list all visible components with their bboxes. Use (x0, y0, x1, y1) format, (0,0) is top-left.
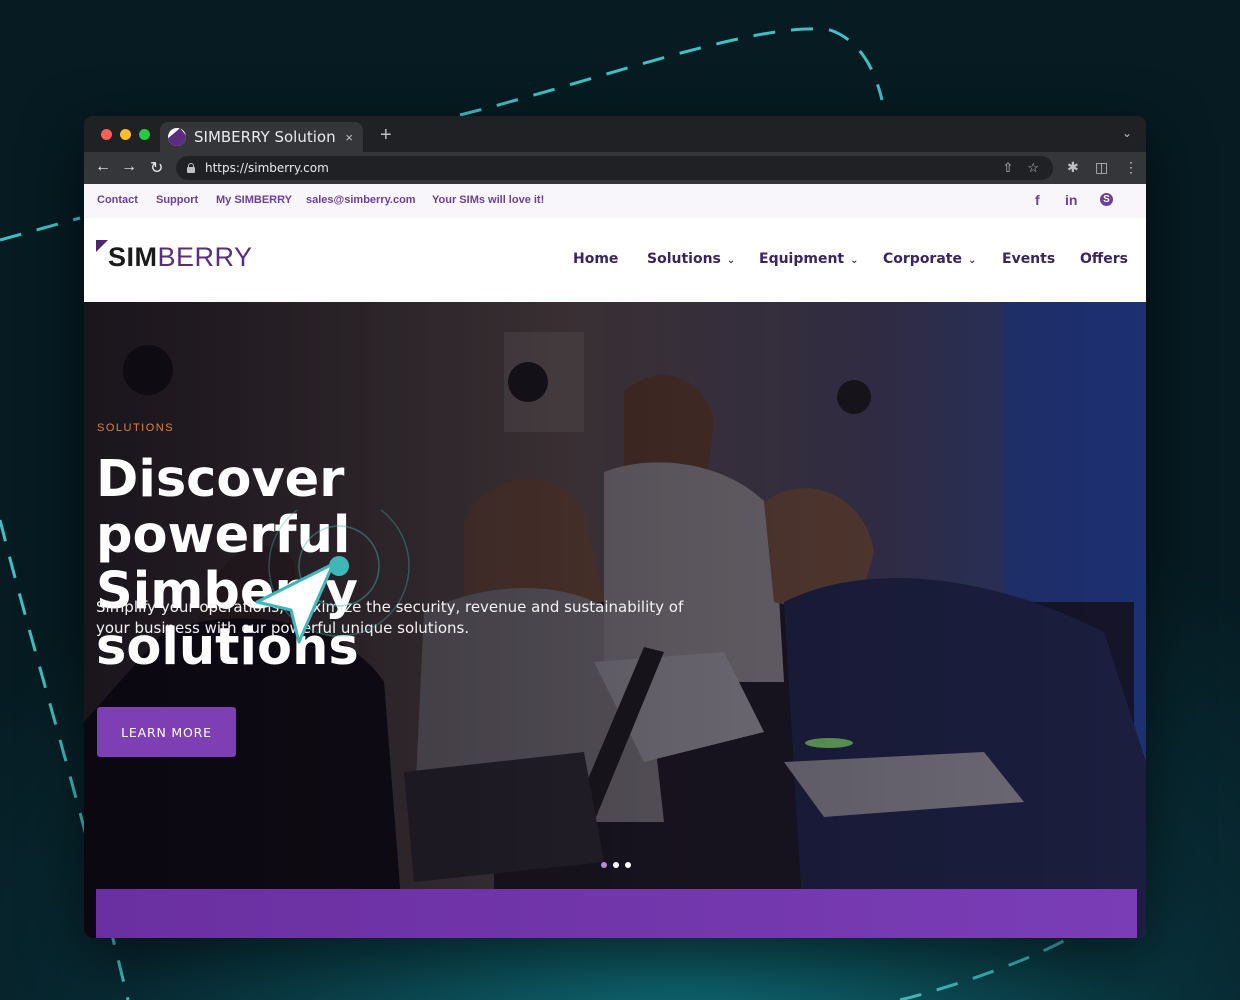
slider-dot-1[interactable] (601, 862, 607, 868)
support-link[interactable]: Support (156, 194, 198, 206)
slider-pagination (601, 862, 631, 868)
browser-toolbar: ← → ↻ https://simberry.com ⇧ ☆ ✱ ◫ ⋮ (84, 152, 1146, 184)
chevron-down-icon: ⌄ (967, 255, 977, 266)
lock-icon (187, 163, 195, 173)
address-bar[interactable]: https://simberry.com ⇧ ☆ (176, 156, 1053, 180)
tagline: Your SIMs will love it! (432, 194, 545, 206)
reload-icon[interactable]: ↻ (150, 158, 163, 178)
tab-search-chevron-icon[interactable]: ⌄ (1122, 126, 1132, 140)
nav-corporate[interactable]: Corporate ⌄ (883, 251, 976, 267)
chevron-down-icon: ⌄ (726, 255, 736, 266)
tab-title: SIMBERRY Solution (194, 128, 336, 146)
web-page: Contact Support My SIMBERRY sales@simber… (84, 184, 1146, 938)
nav-equipment[interactable]: Equipment ⌄ (759, 251, 859, 267)
hero-lead: Simplify your operations, maximize the s… (96, 598, 684, 637)
new-tab-button[interactable]: + (380, 124, 392, 147)
tab-bar: SIMBERRY Solution × + ⌄ (84, 116, 1146, 152)
nav-offers[interactable]: Offers (1080, 251, 1128, 267)
learn-more-button[interactable]: LEARN MORE (97, 707, 236, 757)
chevron-down-icon: ⌄ (850, 255, 859, 266)
contact-link[interactable]: Contact (97, 194, 138, 206)
logo-text: SIMBERRY (108, 242, 253, 272)
browser-tab[interactable]: SIMBERRY Solution × (160, 122, 363, 152)
browser-menu-icon[interactable]: ⋮ (1124, 159, 1138, 176)
forward-arrow-icon[interactable]: → (121, 158, 137, 176)
close-window-button[interactable] (101, 129, 112, 140)
facebook-icon[interactable]: f (1035, 192, 1040, 208)
utility-bar: Contact Support My SIMBERRY sales@simber… (84, 184, 1146, 218)
hero-title: Discover powerful Simberry solutions (96, 450, 359, 677)
purple-section-band (96, 889, 1137, 938)
skype-icon[interactable]: S (1100, 193, 1113, 206)
logo-mark-icon (96, 240, 108, 252)
hero-slider: SOLUTIONS Discover powerful Simberry sol… (84, 302, 1146, 938)
url-text[interactable]: https://simberry.com (205, 161, 1002, 175)
linkedin-icon[interactable]: in (1065, 192, 1077, 208)
favicon-icon (168, 128, 186, 146)
my-simberry-link[interactable]: My SIMBERRY (216, 194, 292, 206)
close-tab-icon[interactable]: × (345, 130, 353, 145)
nav-home[interactable]: Home (573, 251, 618, 267)
hero-eyebrow: SOLUTIONS (97, 422, 175, 434)
window-controls (101, 129, 150, 140)
nav-events[interactable]: Events (1002, 251, 1055, 267)
site-header: SIMBERRY Home Solutions ⌄ Equipment ⌄ Corp… (84, 218, 1146, 303)
extensions-puzzle-icon[interactable]: ✱ (1067, 159, 1079, 176)
share-icon[interactable]: ⇧ (1002, 160, 1013, 176)
maximize-window-button[interactable] (139, 129, 150, 140)
side-panel-icon[interactable]: ◫ (1095, 159, 1108, 176)
nav-solutions[interactable]: Solutions ⌄ (647, 251, 735, 267)
slider-dot-3[interactable] (625, 862, 631, 868)
browser-window: SIMBERRY Solution × + ⌄ ← → ↻ https://si… (84, 116, 1146, 938)
sales-email-link[interactable]: sales@simberry.com (306, 194, 416, 206)
minimize-window-button[interactable] (120, 129, 131, 140)
slider-dot-2[interactable] (613, 862, 619, 868)
bookmark-star-icon[interactable]: ☆ (1027, 160, 1039, 176)
back-arrow-icon[interactable]: ← (95, 158, 111, 176)
